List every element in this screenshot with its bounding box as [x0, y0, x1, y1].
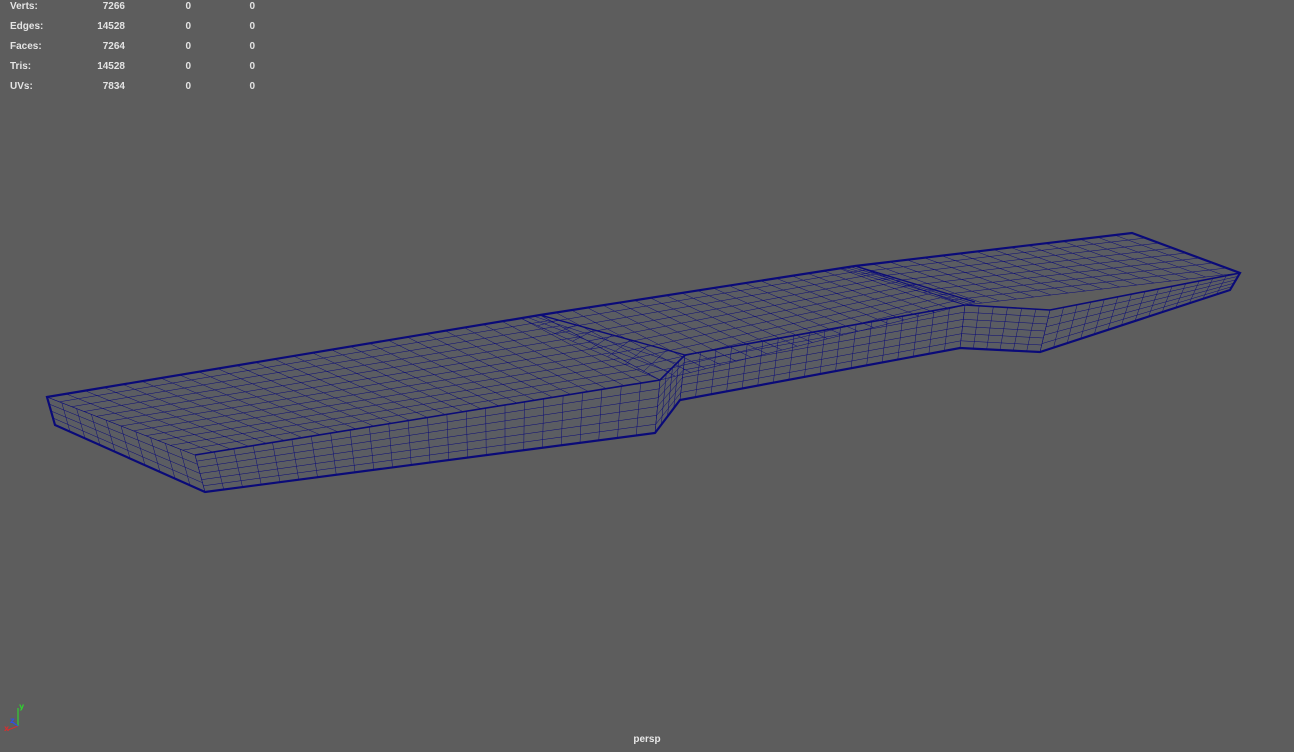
y-axis-label: y: [19, 702, 25, 711]
x-axis-line: [7, 725, 19, 731]
camera-name-label: persp: [633, 734, 661, 745]
x-axis-label: x: [4, 724, 10, 732]
perspective-viewport[interactable]: Verts: 7266 0 0 Edges: 14528 0 0 Faces: …: [0, 0, 1294, 752]
z-axis-label: z: [10, 716, 15, 725]
wireframe-mesh[interactable]: [0, 0, 1294, 752]
mesh-surface: [47, 233, 1240, 492]
axis-gizmo: y z x: [4, 702, 25, 732]
